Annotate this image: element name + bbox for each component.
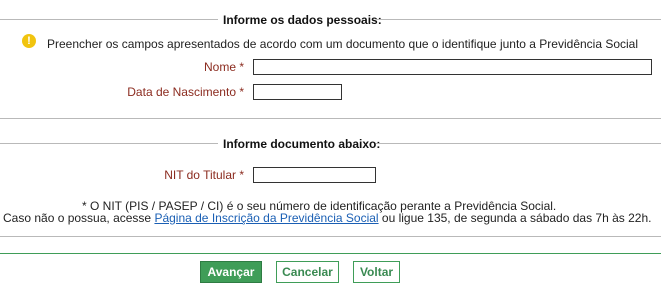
- actions-divider-green: [0, 253, 661, 254]
- name-label: Nome *: [203, 60, 244, 74]
- cancel-button[interactable]: Cancelar: [276, 261, 339, 283]
- info-text: Preencher os campos apresentados de acor…: [47, 37, 639, 51]
- nit-note-prefix: Caso não o possua, acesse: [3, 211, 155, 225]
- section-divider: [0, 118, 661, 119]
- birth-date-input[interactable]: [253, 84, 342, 100]
- exclamation-icon: !: [22, 34, 36, 48]
- nit-input[interactable]: [253, 167, 376, 183]
- doc-rule-left: [0, 143, 218, 144]
- section-rule-left: [0, 19, 218, 20]
- advance-button[interactable]: Avançar: [200, 261, 262, 283]
- actions-divider: [0, 236, 661, 237]
- personal-section-title: Informe os dados pessoais:: [223, 13, 382, 27]
- nit-note-line2: Caso não o possua, acesse Página de Insc…: [3, 211, 651, 225]
- inscription-page-link[interactable]: Página de Inscrição da Previdência Socia…: [154, 211, 378, 225]
- section-rule-right: [376, 19, 661, 20]
- name-input[interactable]: [253, 59, 652, 75]
- nit-note-suffix: ou ligue 135, de segunda a sábado das 7h…: [378, 211, 652, 225]
- document-section-title: Informe documento abaixo:: [223, 137, 381, 151]
- doc-rule-right: [376, 143, 661, 144]
- birth-date-label: Data de Nascimento *: [127, 85, 244, 99]
- back-button[interactable]: Voltar: [353, 261, 400, 283]
- nit-label: NIT do Titular *: [164, 168, 244, 182]
